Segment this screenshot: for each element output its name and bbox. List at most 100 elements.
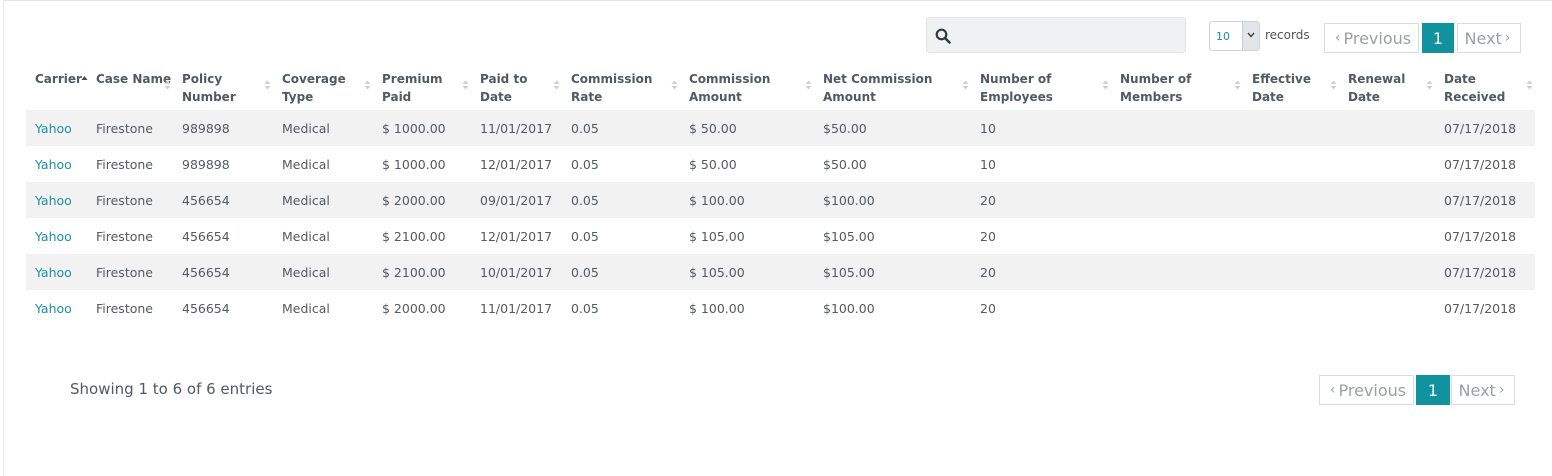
table-cell [1339, 254, 1435, 290]
table-cell: 12/01/2017 [480, 228, 553, 244]
table-cell: $ 2000.00 [373, 182, 471, 218]
policies-table: Carrier Case Name Policy Number Coverage Ty… [26, 66, 1535, 326]
table-cell: Firestone [87, 254, 173, 290]
column-header[interactable]: Carrier [26, 66, 88, 110]
table-cell [1339, 146, 1435, 182]
sort-icon [671, 80, 678, 90]
column-header-label: Case Name [96, 72, 172, 86]
table-cell: 0.05 [562, 110, 680, 146]
table-cell: 20 [980, 228, 996, 244]
table-cell: $ 105.00 [689, 228, 745, 244]
table-row: Yahoo Firestone 456654 Medical $ 2100.00 12/0… [26, 218, 1535, 254]
table-cell: 10/01/2017 [471, 254, 562, 290]
sort-icon [462, 80, 469, 90]
column-header[interactable]: Renewal Date [1339, 66, 1435, 110]
column-header-label: Net Commission Amount [823, 72, 933, 104]
table-cell [1339, 218, 1435, 254]
column-header-label: Policy Number [182, 72, 236, 104]
table-cell: $ 2100.00 [382, 228, 446, 244]
chevron-down-icon [1247, 32, 1255, 38]
sort-icon [1330, 80, 1337, 90]
carrier-link[interactable]: Yahoo [26, 182, 87, 218]
bottom-pagination: ‹ Previous 1 Next › [1319, 375, 1515, 405]
previous-button[interactable]: ‹ Previous [1319, 375, 1414, 405]
column-header[interactable]: Effective Date [1243, 66, 1339, 110]
page-1-button[interactable]: 1 [1416, 375, 1450, 405]
table-cell: 0.05 [571, 156, 599, 172]
chevron-left-icon: ‹ [1334, 30, 1341, 46]
column-header-label: Date Received [1444, 72, 1506, 104]
column-header[interactable]: Commission Rate [562, 66, 680, 110]
table-cell [1243, 218, 1339, 254]
table-row: Yahoo Firestone 989898 Medical $ 1000.00 12/0… [26, 146, 1535, 182]
previous-button[interactable]: ‹ Previous [1324, 23, 1419, 53]
chevron-right-icon: › [1504, 30, 1511, 46]
table-cell: 456654 [182, 300, 230, 316]
column-header[interactable]: Number of Employees [971, 66, 1111, 110]
table-cell [1243, 182, 1339, 218]
table-cell [1339, 110, 1435, 146]
table-cell [1111, 110, 1243, 146]
table-cell: 0.05 [562, 182, 680, 218]
column-header[interactable]: Coverage Type [273, 66, 373, 110]
table-row: Yahoo Firestone 456654 Medical $ 2000.00 09/0… [26, 182, 1535, 218]
carrier-link[interactable]: Yahoo [26, 110, 87, 146]
next-button[interactable]: Next › [1457, 23, 1521, 53]
carrier-link[interactable]: Yahoo [26, 218, 87, 254]
table-cell: $100.00 [814, 182, 971, 218]
table-cell: Medical [282, 156, 330, 172]
table-cell: 10 [971, 110, 1111, 146]
carrier-link[interactable]: Yahoo [26, 146, 87, 182]
table-row: Yahoo Firestone 989898 Medical $ 1000.00 11/0… [26, 110, 1535, 146]
column-header[interactable]: Policy Number [173, 66, 273, 110]
carrier-link[interactable]: Yahoo [26, 290, 87, 326]
table-cell: 07/17/2018 [1435, 110, 1535, 146]
table-cell: 07/17/2018 [1444, 156, 1517, 172]
table-cell: Medical [282, 228, 330, 244]
sort-icon [1526, 80, 1533, 90]
column-header[interactable]: Net Commission Amount [814, 66, 971, 110]
column-header[interactable]: Commission Amount [680, 66, 814, 110]
column-header-label: Commission Amount [689, 72, 771, 104]
table-cell: 20 [980, 300, 996, 316]
sort-icon [805, 80, 812, 90]
sort-icon [164, 80, 171, 90]
table-cell: Firestone [96, 300, 153, 316]
carrier-link[interactable]: Yahoo [26, 254, 87, 290]
table-cell [1243, 146, 1339, 182]
column-header[interactable]: Premium Paid [373, 66, 471, 110]
table-cell: $105.00 [823, 228, 875, 244]
table-cell: 456654 [173, 254, 273, 290]
next-label: Next [1464, 28, 1502, 48]
column-header-label: Number of Members [1120, 72, 1192, 104]
table-row: Yahoo Firestone 456654 Medical $ 2100.00 10/0… [26, 254, 1535, 290]
sort-icon [364, 80, 371, 90]
column-header[interactable]: Date Received [1435, 66, 1535, 110]
table-cell: Firestone [96, 156, 153, 172]
records-per-page-select[interactable]: 10 [1209, 21, 1260, 51]
table-cell: 09/01/2017 [471, 182, 562, 218]
next-button[interactable]: Next › [1451, 375, 1515, 405]
table-cell: 456654 [173, 182, 273, 218]
table-cell [1243, 110, 1339, 146]
table-cell [1339, 182, 1435, 218]
table-cell: $ 2000.00 [382, 300, 446, 316]
chevron-right-icon: › [1498, 382, 1505, 398]
column-header[interactable]: Number of Members [1111, 66, 1243, 110]
records-per-page-value: 10 [1216, 30, 1230, 43]
column-header-label: Effective Date [1252, 72, 1311, 104]
search-icon [935, 28, 951, 44]
column-header[interactable]: Case Name [87, 66, 173, 110]
table-cell: 20 [971, 254, 1111, 290]
search-input[interactable] [959, 18, 1183, 54]
table-cell: 07/17/2018 [1444, 300, 1517, 316]
column-header[interactable]: Paid to Date [471, 66, 562, 110]
table-cell: 11/01/2017 [471, 110, 562, 146]
page-1-button[interactable]: 1 [1422, 23, 1454, 53]
table-cell [1111, 146, 1243, 182]
column-header-label: Coverage Type [282, 72, 346, 104]
table-cell [1111, 218, 1243, 254]
search-box[interactable] [926, 17, 1186, 54]
table-cell: $ 50.00 [680, 110, 814, 146]
table-cell: Medical [273, 110, 373, 146]
